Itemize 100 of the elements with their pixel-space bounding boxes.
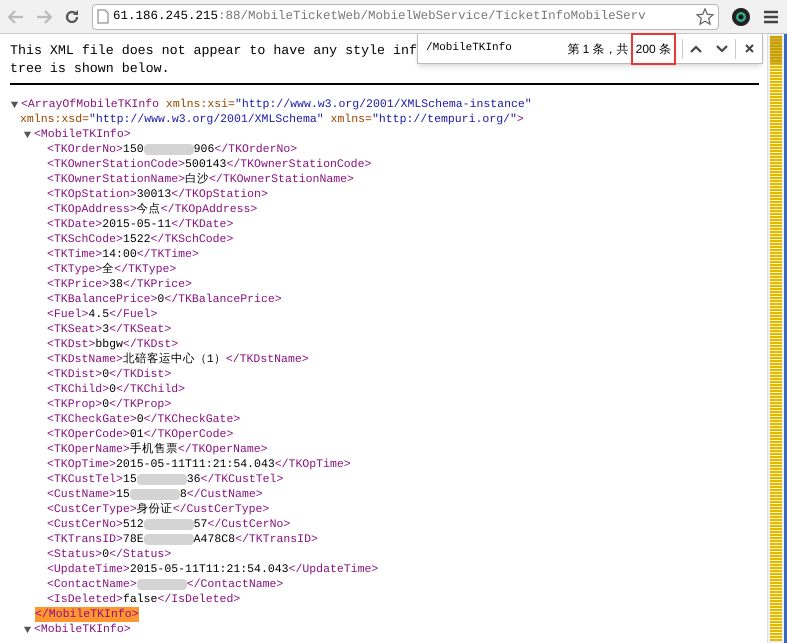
attribute-value: "http://www.w3.org/2001/XMLSchema": [89, 112, 324, 127]
attribute-name: xmlns:xsi=: [166, 97, 235, 112]
xml-open-tag: <TKOperName>: [47, 442, 130, 457]
element-value: 0: [109, 382, 116, 397]
xml-open-tag: <ArrayOfMobileTKInfo: [21, 97, 160, 112]
element-value: 8: [180, 487, 187, 502]
element-value: A478C8: [194, 532, 236, 547]
xml-open-tag: <TKOpAddress>: [47, 202, 137, 217]
xml-open-tag: <TKOwnerStationCode>: [47, 157, 186, 172]
xml-open-tag: <ContactName>: [47, 577, 137, 592]
xml-close-tag: </TKOwnerStationName>: [209, 172, 354, 187]
star-icon[interactable]: [696, 8, 714, 26]
xml-open-tag: <TKCheckGate>: [47, 412, 137, 427]
xml-open-tag: <TKDst>: [47, 337, 96, 352]
xml-open-tag: <TKChild>: [47, 382, 110, 397]
xml-close-tag: </TKSeat>: [109, 322, 172, 337]
element-value: 4.5: [88, 307, 110, 322]
xml-close-tag: </TKOperCode>: [144, 427, 234, 442]
xml-open-tag: <MobileTKInfo>: [34, 622, 131, 637]
xml-close-tag: </TKDst>: [122, 337, 178, 352]
xml-open-tag: <Fuel>: [47, 307, 88, 322]
xml-open-tag: <TKDist>: [47, 367, 102, 382]
xml-close-tag: </Fuel>: [109, 307, 158, 322]
xml-open-tag: <TKDstName>: [47, 352, 123, 367]
element-value: 2015-05-11: [102, 217, 172, 232]
xml-open-tag: <Status>: [47, 547, 102, 562]
xml-open-tag: <TKDate>: [47, 217, 102, 232]
xml-close-tag: </TKOpStation>: [171, 187, 268, 202]
xml-close-tag: </ContactName>: [186, 577, 284, 592]
xml-notice-text: tree is shown below.: [10, 60, 170, 78]
xml-close-tag: </TKTransID>: [235, 532, 318, 547]
xml-open-tag: <TKOrderNo>: [47, 142, 123, 157]
tag-end: >: [516, 112, 524, 127]
xml-close-tag: </UpdateTime>: [288, 562, 378, 577]
element-value: 36: [186, 472, 201, 487]
xml-close-tag: </IsDeleted>: [157, 592, 240, 607]
xml-open-tag: <IsDeleted>: [47, 592, 123, 607]
xml-open-tag: <TKOpStation>: [47, 187, 137, 202]
attribute-name: xmlns=: [330, 112, 372, 127]
xml-close-tag: </TKOperName>: [178, 442, 268, 457]
scrollbar-thumb[interactable]: [770, 36, 782, 64]
xml-open-tag: <MobileTKInfo>: [34, 127, 131, 142]
element-value: 01: [130, 427, 144, 442]
element-value: 全: [102, 262, 114, 277]
scrollbar[interactable]: [767, 34, 784, 643]
close-icon: [744, 44, 754, 53]
element-value: 3: [102, 322, 110, 337]
xml-close-tag: </TKProp>: [109, 397, 172, 412]
xml-close-tag: </TKDstName>: [226, 352, 309, 367]
expand-triangle-icon[interactable]: [23, 625, 32, 634]
attribute-value: "http://www.w3.org/2001/XMLSchema-instance": [234, 97, 532, 112]
element-value: 906: [194, 142, 214, 157]
chevron-down-icon: [716, 44, 728, 52]
element-value: 手机售票: [130, 442, 178, 457]
match-count-text: 第 1 条，共: [567, 40, 629, 58]
expand-triangle-icon[interactable]: [10, 100, 19, 109]
xml-open-tag: <TKBalancePrice>: [47, 292, 158, 307]
xml-close-tag: </TKTime>: [136, 247, 199, 262]
round-extension-icon[interactable]: [731, 6, 751, 26]
xml-close-tag: </TKCustTel>: [200, 472, 284, 487]
xml-close-tag: </TKDist>: [109, 367, 172, 382]
xml-close-tag: </TKOwnerStationCode>: [226, 157, 372, 172]
xml-open-tag: <TKOwnerStationName>: [47, 172, 186, 187]
attribute-name: xmlns:xsd=: [20, 112, 90, 127]
page-icon: [97, 9, 109, 24]
xml-close-tag: </TKBalancePrice>: [164, 292, 282, 307]
match-total-text: 200 条: [632, 34, 674, 62]
element-value: 15: [116, 487, 130, 502]
xml-close-tag: </TKOpTime>: [274, 457, 351, 472]
url-text: 61.186.245.215:88/MobileTicketWeb/MobielWebService/TicketInfoMobileServ: [113, 8, 646, 26]
xml-close-tag: </TKSchCode>: [150, 232, 234, 247]
xml-notice-text: This XML file does not appear to have any style inf: [10, 42, 417, 60]
menu-icon[interactable]: [763, 10, 779, 24]
xml-close-tag: </CustName>: [186, 487, 263, 502]
xml-open-tag: <CustCerNo>: [47, 517, 123, 532]
element-value: 北碚客运中心（1）: [122, 352, 226, 367]
xml-open-tag: <TKPrice>: [47, 277, 110, 292]
element-value: 今点: [136, 202, 161, 217]
xml-open-tag: <CustName>: [47, 487, 116, 502]
xml-open-tag: <TKTransID>: [47, 532, 123, 547]
address-bar[interactable]: 61.186.245.215:88/MobileTicketWeb/MobielWebService/TicketInfoMobileServ: [92, 4, 719, 30]
element-value: 15: [122, 472, 137, 487]
xml-open-tag: <TKCustTel>: [47, 472, 123, 487]
element-value: 14:00: [102, 247, 137, 262]
xml-close-tag: </TKPrice>: [122, 277, 192, 292]
element-value: 57: [194, 517, 208, 532]
expand-triangle-icon[interactable]: [23, 130, 32, 139]
xml-close-tag: </TKType>: [114, 262, 176, 277]
reload-icon[interactable]: [64, 8, 80, 24]
xml-open-tag: <TKProp>: [47, 397, 102, 412]
xml-open-tag: <TKTime>: [47, 247, 102, 262]
xml-close-tag: </CustCerType>: [172, 502, 270, 517]
element-value: 0: [102, 367, 110, 382]
element-value: 512: [122, 517, 144, 532]
xml-open-tag: <TKType>: [47, 262, 102, 277]
element-value: false: [122, 592, 158, 607]
element-value: 1522: [122, 232, 151, 247]
chevron-up-icon: [690, 44, 702, 52]
find-input[interactable]: /MobileTKInfo 第 1 条，共 200 条: [422, 34, 674, 63]
element-value: 0: [102, 397, 110, 412]
